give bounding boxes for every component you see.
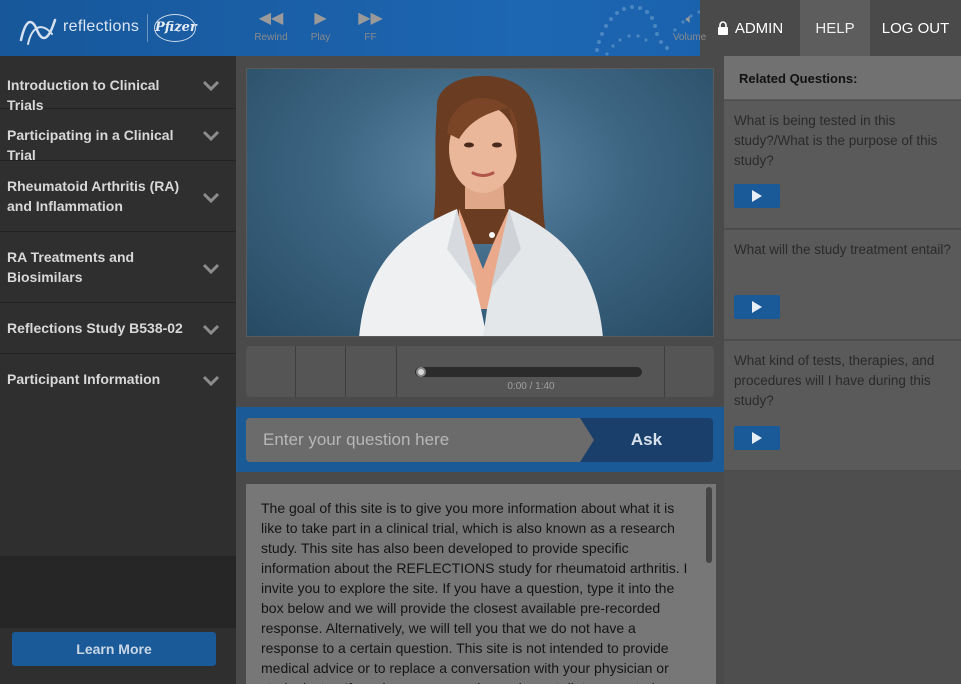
sidebar-item-label: Reflections Study B538-02 <box>7 320 183 336</box>
related-question-item: What will the study treatment entail? <box>724 230 961 340</box>
related-question-play-button[interactable] <box>734 295 780 319</box>
sidebar-item-introduction[interactable]: Introduction to Clinical Trials <box>0 58 236 113</box>
seek-handle[interactable] <box>416 367 426 377</box>
chevron-down-icon <box>202 130 220 142</box>
sidebar-item-ra-inflammation[interactable]: Rheumatoid Arthritis (RA) and Inflammati… <box>0 162 236 232</box>
control-divider <box>345 346 346 397</box>
logo-divider <box>147 14 148 42</box>
admin-label: ADMIN <box>734 19 784 37</box>
video-player[interactable] <box>246 68 714 337</box>
control-divider <box>664 346 665 397</box>
sidebar-item-label: RA Treatments and Biosimilars <box>7 249 135 285</box>
presenter-video-frame <box>359 75 603 336</box>
fast-forward-button[interactable]: ▶▶ FF <box>346 0 395 51</box>
volume-button[interactable]: 🔈︎ Volume <box>665 0 714 51</box>
volume-label: Volume <box>672 32 707 43</box>
intro-scrollbar[interactable] <box>706 487 712 563</box>
sidebar-item-label: Participating in a Clinical Trial <box>7 127 174 163</box>
admin-nav-button[interactable]: ADMIN <box>700 0 800 56</box>
play-label: Play <box>310 32 331 43</box>
related-question-text: What kind of tests, therapies, and proce… <box>734 353 935 408</box>
learn-more-button[interactable]: Learn More <box>12 632 216 666</box>
sidebar-item-label: Introduction to Clinical Trials <box>7 77 160 113</box>
rewind-button[interactable]: ◀◀ Rewind <box>248 0 294 51</box>
top-header: reflections Pfizer ADMIN HELP LOG OUT <box>0 0 961 56</box>
related-question-item: What kind of tests, therapies, and proce… <box>724 341 961 471</box>
play-button[interactable]: ▶ Play <box>296 0 345 51</box>
rewind-icon: ◀◀ <box>258 10 284 27</box>
play-icon <box>752 190 762 202</box>
reflections-logo-icon <box>19 18 57 45</box>
sidebar-item-reflections-study[interactable]: Reflections Study B538-02 <box>0 304 236 354</box>
chevron-down-icon <box>202 263 220 275</box>
intro-text: The goal of this site is to give you mor… <box>261 500 688 684</box>
play-icon: ▶ <box>314 10 327 27</box>
question-input[interactable] <box>246 418 582 462</box>
related-question-item: What is being tested in this study?/What… <box>724 101 961 229</box>
related-question-text: What is being tested in this study?/What… <box>734 113 938 168</box>
related-questions-title: Related Questions: <box>724 56 961 100</box>
related-question-text: What will the study treatment entail? <box>734 242 951 257</box>
ff-label: FF <box>364 32 377 43</box>
help-label: HELP <box>815 19 855 37</box>
time-display: 0:00 / 1:40 <box>507 381 555 392</box>
volume-icon: 🔈︎ <box>685 11 694 26</box>
chevron-down-icon <box>202 192 220 204</box>
logout-label: LOG OUT <box>881 19 950 37</box>
intro-text-box: The goal of this site is to give you mor… <box>246 484 716 684</box>
chevron-down-icon <box>202 324 220 336</box>
logout-nav-button[interactable]: LOG OUT <box>870 0 961 56</box>
chevron-down-icon <box>202 80 220 92</box>
play-icon <box>752 432 762 444</box>
sidebar-item-participant-info[interactable]: Participant Information <box>0 355 236 405</box>
pfizer-logo: Pfizer <box>154 14 197 42</box>
control-divider <box>295 346 296 397</box>
help-nav-button[interactable]: HELP <box>800 0 870 56</box>
rewind-label: Rewind <box>254 32 288 43</box>
sidebar-item-participating[interactable]: Participating in a Clinical Trial <box>0 110 236 163</box>
related-question-play-button[interactable] <box>734 426 780 450</box>
related-question-play-button[interactable] <box>734 184 780 208</box>
play-icon <box>752 301 762 313</box>
ask-arrow-notch <box>580 418 594 462</box>
logo-text: reflections <box>63 18 140 35</box>
seek-bar[interactable] <box>415 367 642 377</box>
chevron-down-icon <box>202 375 220 387</box>
ask-button[interactable]: Ask <box>580 418 713 462</box>
sidebar-footer <box>0 556 236 628</box>
sidebar-item-ra-treatments[interactable]: RA Treatments and Biosimilars <box>0 233 236 303</box>
fast-forward-icon: ▶▶ <box>358 10 383 27</box>
sidebar-item-label: Participant Information <box>7 371 161 387</box>
sidebar-item-label: Rheumatoid Arthritis (RA) and Inflammati… <box>7 178 180 214</box>
lock-icon <box>717 21 728 35</box>
control-divider <box>396 346 397 397</box>
